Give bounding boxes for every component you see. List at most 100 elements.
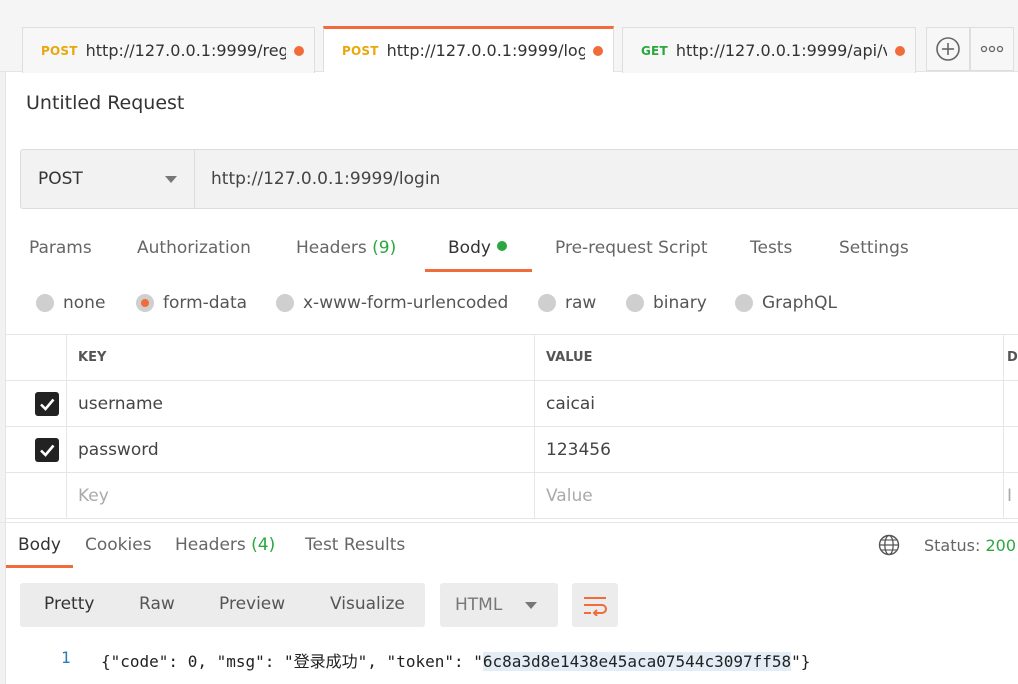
request-tab-strip: POST http://127.0.0.1:9999/regi… POST ht… xyxy=(0,0,1018,73)
key-input[interactable]: Key xyxy=(68,473,535,518)
body-active-dot-icon xyxy=(496,241,507,251)
wrap-lines-icon xyxy=(584,597,607,616)
line-number: 1 xyxy=(61,648,71,667)
value-cell[interactable]: caicai xyxy=(536,381,1004,426)
view-pretty-button[interactable]: Pretty xyxy=(44,594,94,614)
table-row: username caicai xyxy=(6,381,1018,427)
unsaved-dot-icon xyxy=(294,45,304,56)
response-tab-headers[interactable]: Headers (4) xyxy=(175,535,275,555)
json-suffix: "} xyxy=(791,652,811,671)
description-column-header: D xyxy=(1007,350,1018,365)
json-prefix: {"code": 0, "msg": "登录成功", "token": " xyxy=(101,652,483,671)
status-label: Status: xyxy=(924,536,981,555)
body-type-radios: none form-data x-www-form-urlencoded raw… xyxy=(0,290,1018,320)
view-mode-group: Pretty Raw Preview Visualize xyxy=(20,583,425,627)
url-bar: POST http://127.0.0.1:9999/login xyxy=(20,149,1018,209)
unsaved-dot-icon xyxy=(895,45,905,56)
tab-method: POST xyxy=(342,43,379,58)
tab-params[interactable]: Params xyxy=(29,238,92,258)
method-select[interactable]: POST xyxy=(21,150,195,208)
key-cell[interactable]: password xyxy=(68,427,535,472)
radio-label: form-data xyxy=(163,293,248,313)
token-value: 6c8a3d8e1438e45aca07544c3097ff58 xyxy=(482,652,792,671)
response-tab-body[interactable]: Body xyxy=(18,535,61,555)
more-tabs-button[interactable] xyxy=(970,27,1014,71)
radio-graphql[interactable]: GraphQL xyxy=(735,293,837,313)
radio-selected-icon xyxy=(136,294,154,312)
view-raw-button[interactable]: Raw xyxy=(139,594,175,614)
row-checkbox[interactable] xyxy=(35,438,59,462)
method-value: POST xyxy=(38,169,83,189)
view-visualize-button[interactable]: Visualize xyxy=(330,594,405,614)
tab-tests[interactable]: Tests xyxy=(750,238,792,258)
wrap-lines-button[interactable] xyxy=(572,583,618,627)
radio-form-data[interactable]: form-data xyxy=(136,293,247,313)
value-input[interactable]: Value xyxy=(536,473,1004,518)
check-icon xyxy=(40,398,55,411)
response-tab-test-results[interactable]: Test Results xyxy=(305,535,405,555)
tab-headers-label: Headers xyxy=(296,238,367,258)
request-title[interactable]: Untitled Request xyxy=(26,92,184,114)
view-preview-button[interactable]: Preview xyxy=(219,594,285,614)
tab-authorization[interactable]: Authorization xyxy=(137,238,251,258)
row-checkbox-cell xyxy=(6,473,67,518)
table-row: password 123456 xyxy=(6,427,1018,473)
more-horizontal-icon xyxy=(980,45,1004,53)
response-headers-count: (4) xyxy=(251,535,276,555)
tab-method: POST xyxy=(41,43,78,58)
new-tab-button[interactable] xyxy=(926,27,970,71)
row-checkbox-cell xyxy=(6,427,67,472)
request-section-tabs: Params Authorization Headers (9) Body Pr… xyxy=(0,232,1018,274)
row-checkbox[interactable] xyxy=(35,392,59,416)
active-tab-underline xyxy=(425,269,532,272)
globe-icon[interactable] xyxy=(878,534,900,556)
radio-binary[interactable]: binary xyxy=(626,293,707,313)
radio-urlencoded[interactable]: x-www-form-urlencoded xyxy=(276,293,508,313)
format-select[interactable]: HTML xyxy=(440,583,558,627)
description-cell[interactable] xyxy=(1005,427,1018,472)
response-json: {"code": 0, "msg": "登录成功", "token": "6c8… xyxy=(101,648,810,672)
request-tab-register[interactable]: POST http://127.0.0.1:9999/regi… xyxy=(22,27,315,73)
header-checkbox-cell xyxy=(6,335,67,380)
table-header-row: KEY VALUE D xyxy=(6,335,1018,381)
tab-url: http://127.0.0.1:9999/api/v… xyxy=(675,41,887,60)
url-input[interactable]: http://127.0.0.1:9999/login xyxy=(211,150,440,208)
tab-settings[interactable]: Settings xyxy=(839,238,909,258)
radio-label: GraphQL xyxy=(762,293,837,313)
status-code: 200 ( xyxy=(985,536,1018,555)
response-body-line[interactable]: 1 {"code": 0, "msg": "登录成功", "token": "6… xyxy=(0,645,1018,671)
chevron-down-icon xyxy=(525,602,537,609)
tab-pre-request-script[interactable]: Pre-request Script xyxy=(555,238,708,258)
radio-circle-icon xyxy=(538,294,556,312)
response-tabs: Body Cookies Headers (4) Test Results St… xyxy=(0,522,1018,568)
description-cell[interactable] xyxy=(1005,381,1018,426)
radio-circle-icon xyxy=(36,294,54,312)
radio-circle-icon xyxy=(735,294,753,312)
plus-circle-icon xyxy=(936,37,960,61)
value-cell[interactable]: 123456 xyxy=(536,427,1004,472)
row-checkbox-cell xyxy=(6,381,67,426)
description-input[interactable]: I xyxy=(1005,473,1018,518)
tab-body-label: Body xyxy=(448,238,491,258)
key-cell[interactable]: username xyxy=(68,381,535,426)
radio-none[interactable]: none xyxy=(36,293,105,313)
form-data-table: KEY VALUE D username caicai password 123… xyxy=(6,334,1018,519)
format-value: HTML xyxy=(455,595,503,615)
tab-headers[interactable]: Headers (9) xyxy=(296,238,396,258)
unsaved-dot-icon xyxy=(593,45,603,56)
response-tab-cookies[interactable]: Cookies xyxy=(85,535,152,555)
tab-method: GET xyxy=(641,43,668,58)
tab-body[interactable]: Body xyxy=(448,238,507,258)
tab-url: http://127.0.0.1:9999/login xyxy=(386,41,585,60)
radio-raw[interactable]: raw xyxy=(538,293,596,313)
radio-circle-icon xyxy=(626,294,644,312)
request-tab-api[interactable]: GET http://127.0.0.1:9999/api/v… xyxy=(622,27,916,73)
value-column-header: VALUE xyxy=(536,335,1004,380)
radio-label: x-www-form-urlencoded xyxy=(303,293,509,313)
tab-url: http://127.0.0.1:9999/regi… xyxy=(85,41,286,60)
table-row-new: Key Value I xyxy=(6,473,1018,519)
key-column-header: KEY xyxy=(68,335,535,380)
check-icon xyxy=(40,444,55,457)
radio-circle-icon xyxy=(276,294,294,312)
request-tab-login[interactable]: POST http://127.0.0.1:9999/login xyxy=(323,26,614,72)
